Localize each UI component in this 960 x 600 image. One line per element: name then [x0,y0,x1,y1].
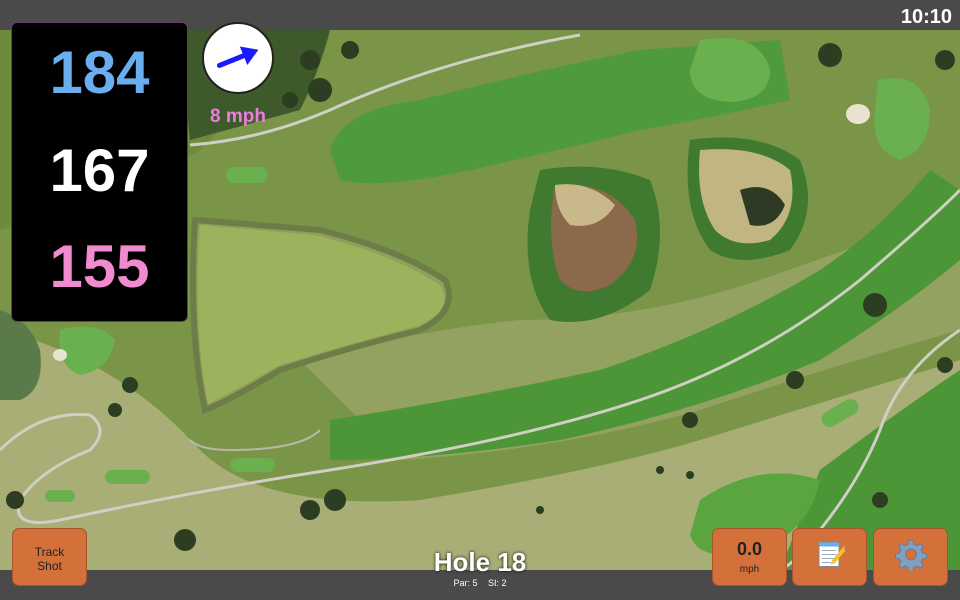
wind-indicator[interactable] [202,22,274,94]
distance-panel: 184 167 155 [11,22,188,322]
stroke-index-label: SI: 2 [488,578,507,588]
speed-button[interactable]: 0.0 mph [712,528,787,586]
distance-front: 155 [49,233,150,300]
notepad-icon [815,540,848,575]
speed-unit: mph [739,564,760,575]
hole-info: Par: 5 SI: 2 [380,578,580,588]
track-shot-label-line1: Track [34,545,65,559]
speed-value: 0.0 [736,539,763,559]
wind-speed: 8 mph [210,106,266,127]
distance-middle: 167 [49,137,150,204]
track-shot-button[interactable]: Track Shot [12,528,87,586]
track-shot-label-line2: Shot [37,559,62,573]
hole-title: Hole 18 [433,547,527,577]
settings-button[interactable] [873,528,948,586]
gear-icon [894,539,927,576]
wind-direction-arrow-icon [216,46,259,68]
distance-back: 184 [49,39,150,106]
par-label: Par: 5 [453,578,478,588]
notes-button[interactable] [792,528,867,586]
clock: 10:10 [900,6,952,28]
